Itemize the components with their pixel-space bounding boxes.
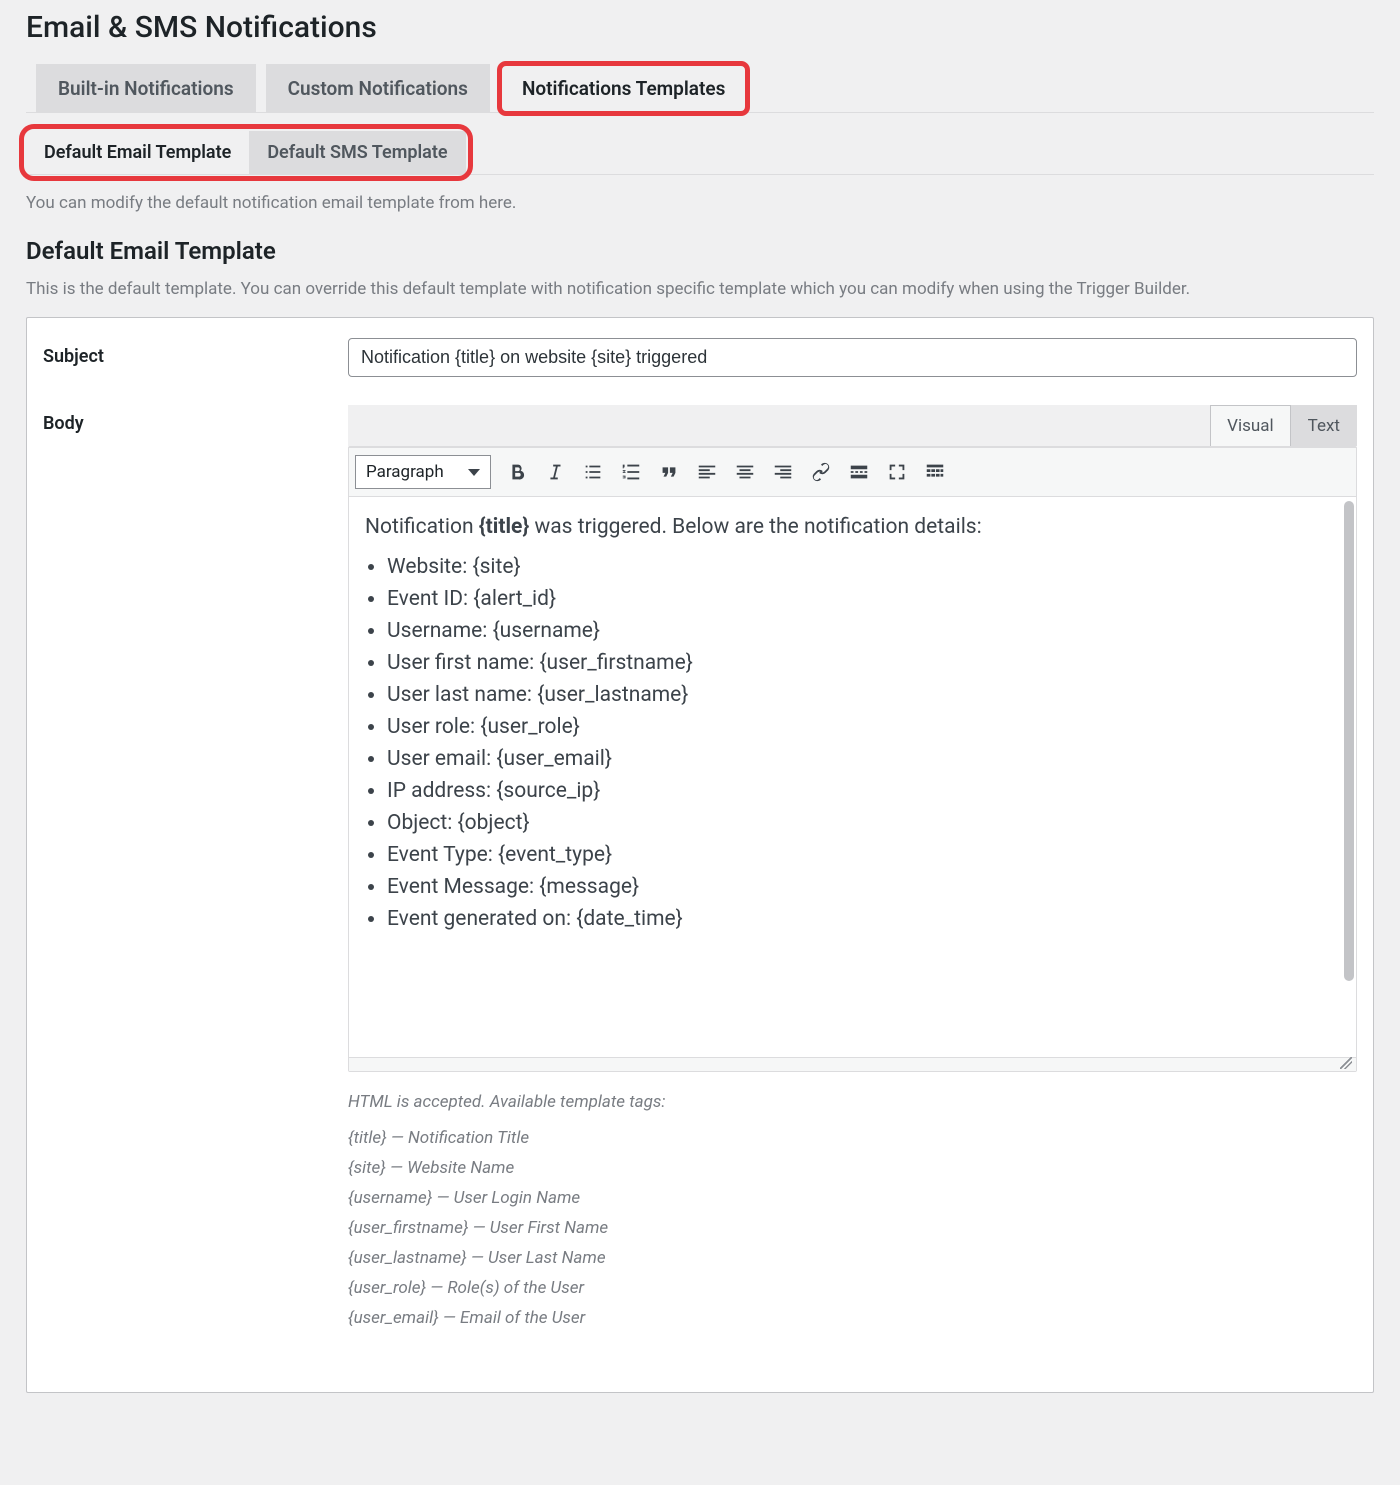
tab-custom[interactable]: Custom Notifications	[266, 64, 490, 113]
editor: Paragraph	[348, 446, 1357, 1072]
body-intro: Notification {title} was triggered. Belo…	[365, 515, 1340, 539]
subject-label: Subject	[43, 338, 348, 367]
align-left-button[interactable]	[689, 454, 725, 490]
format-select[interactable]: Paragraph	[355, 455, 491, 489]
align-center-button[interactable]	[727, 454, 763, 490]
section-desc: This is the default template. You can ov…	[26, 279, 1374, 299]
list-item: Event Type: {event_type}	[387, 843, 1340, 867]
list-item: Event ID: {alert_id}	[387, 587, 1340, 611]
subject-input[interactable]	[348, 338, 1357, 377]
read-more-button[interactable]	[841, 454, 877, 490]
fullscreen-button[interactable]	[879, 454, 915, 490]
intro-text: You can modify the default notification …	[26, 193, 1374, 213]
editor-resize-handle[interactable]	[349, 1057, 1356, 1071]
scrollbar[interactable]	[1344, 501, 1354, 981]
bullet-list-button[interactable]	[575, 454, 611, 490]
toolbar-toggle-button[interactable]	[917, 454, 953, 490]
tag-item: {user_firstname} — User First Name	[348, 1218, 1357, 1238]
editor-tabs: Visual Text	[348, 405, 1357, 446]
chevron-down-icon	[468, 469, 480, 476]
body-row: Body Visual Text Paragraph	[43, 405, 1357, 1338]
editor-tab-text[interactable]: Text	[1291, 405, 1357, 446]
section-title: Default Email Template	[26, 237, 1374, 265]
list-item: User role: {user_role}	[387, 715, 1340, 739]
list-item: Event Message: {message}	[387, 875, 1340, 899]
bold-button[interactable]	[499, 454, 535, 490]
list-item: User first name: {user_firstname}	[387, 651, 1340, 675]
tag-item: {user_email} — Email of the User	[348, 1308, 1357, 1328]
body-label: Body	[43, 405, 348, 434]
subtab-email[interactable]: Default Email Template	[26, 131, 249, 174]
tag-item: {username} — User Login Name	[348, 1188, 1357, 1208]
subtab-sms[interactable]: Default SMS Template	[249, 131, 465, 174]
list-item: Object: {object}	[387, 811, 1340, 835]
list-item: User email: {user_email}	[387, 747, 1340, 771]
sub-tabs: Default Email Template Default SMS Templ…	[26, 131, 1374, 175]
body-bullet-list: Website: {site} Event ID: {alert_id} Use…	[387, 555, 1340, 931]
align-right-button[interactable]	[765, 454, 801, 490]
numbered-list-button[interactable]	[613, 454, 649, 490]
page-title: Email & SMS Notifications	[26, 10, 1374, 45]
tag-item: {title} — Notification Title	[348, 1128, 1357, 1148]
tag-item: {user_lastname} — User Last Name	[348, 1248, 1357, 1268]
blockquote-button[interactable]	[651, 454, 687, 490]
italic-button[interactable]	[537, 454, 573, 490]
tag-item: {site} — Website Name	[348, 1158, 1357, 1178]
tab-templates[interactable]: Notifications Templates	[500, 64, 747, 113]
list-item: Event generated on: {date_time}	[387, 907, 1340, 931]
primary-tabs: Built-in Notifications Custom Notificati…	[26, 63, 1374, 113]
list-item: Website: {site}	[387, 555, 1340, 579]
editor-body[interactable]: Notification {title} was triggered. Belo…	[349, 497, 1356, 1057]
link-button[interactable]	[803, 454, 839, 490]
list-item: User last name: {user_lastname}	[387, 683, 1340, 707]
tags-list: {title} — Notification Title {site} — We…	[348, 1128, 1357, 1328]
list-item: Username: {username}	[387, 619, 1340, 643]
tab-builtin[interactable]: Built-in Notifications	[36, 64, 256, 113]
template-panel: Subject Body Visual Text Paragraph	[26, 317, 1374, 1393]
tag-item: {user_role} — Role(s) of the User	[348, 1278, 1357, 1298]
editor-toolbar: Paragraph	[349, 447, 1356, 497]
subject-row: Subject	[43, 338, 1357, 377]
tags-hint: HTML is accepted. Available template tag…	[348, 1092, 1357, 1112]
list-item: IP address: {source_ip}	[387, 779, 1340, 803]
editor-tab-visual[interactable]: Visual	[1210, 405, 1290, 446]
